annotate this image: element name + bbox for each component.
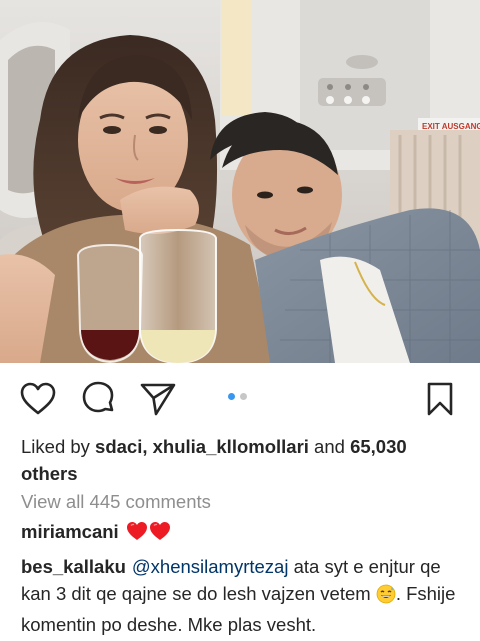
likes-count[interactable]: 65,030 (350, 436, 407, 457)
likes-suffix[interactable]: others (21, 463, 78, 484)
likes-separator: , (142, 436, 153, 457)
post-photo[interactable]: EXIT AUSGANG (0, 0, 480, 363)
comment-username[interactable]: miriamcani (21, 521, 119, 542)
save-button[interactable] (420, 379, 460, 419)
selfie-image: EXIT AUSGANG (0, 0, 480, 363)
liker-link-2[interactable]: xhulia_kllomollari (153, 436, 309, 457)
red-heart-icon (149, 521, 171, 548)
post-action-bar (0, 363, 480, 433)
comment-mention-link[interactable]: @xhensilamyrtezaj (132, 556, 289, 577)
likes-conjunction: and (308, 436, 351, 457)
likes-prefix: Liked by (21, 436, 96, 457)
bookmark-icon (427, 382, 453, 416)
share-button[interactable] (138, 379, 178, 419)
like-button[interactable] (18, 379, 58, 419)
comment-button[interactable] (78, 379, 118, 419)
heart-outline-icon (20, 382, 56, 415)
carousel-dot (240, 393, 247, 400)
carousel-dot-active (228, 393, 235, 400)
comment-item: miriamcani (21, 518, 471, 548)
carousel-indicator (228, 393, 247, 400)
likes-summary: Liked by sdaci, xhulia_kllomollari and 6… (21, 433, 461, 487)
grinning-sweat-emoji-icon (376, 584, 396, 611)
paper-plane-icon (140, 383, 176, 416)
red-heart-icon (126, 521, 148, 548)
comment-item: bes_kallaku @xhensilamyrtezaj ata syt e e… (21, 553, 471, 638)
view-all-comments-link[interactable]: View all 445 comments (21, 489, 211, 515)
speech-bubble-icon (82, 381, 114, 413)
liker-link-1[interactable]: sdaci (95, 436, 142, 457)
comment-username[interactable]: bes_kallaku (21, 556, 126, 577)
svg-text:EXIT AUSGANG: EXIT AUSGANG (422, 122, 480, 131)
